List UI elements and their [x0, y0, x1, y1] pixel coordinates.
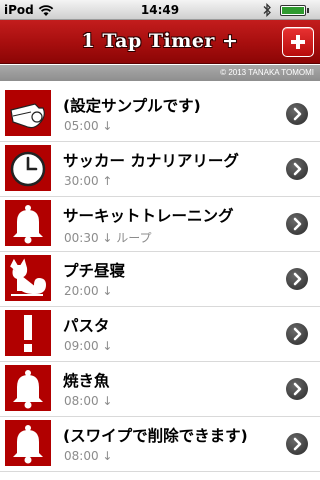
battery-tip [307, 8, 309, 13]
timer-subtitle: 20:00 ↓ [64, 284, 113, 298]
whistle-icon [5, 90, 51, 136]
status-bar: iPod 14:49 [0, 0, 320, 20]
timer-list: (設定サンプルです) 05:00 ↓ サッカー カナリアリーグ 30:00 ↑ [0, 87, 320, 472]
timer-subtitle: 08:00 ↓ [64, 449, 113, 463]
list-item[interactable]: パスタ 09:00 ↓ [0, 307, 320, 362]
chevron-right-icon[interactable] [286, 433, 308, 455]
list-item[interactable]: 焼き魚 08:00 ↓ [0, 362, 320, 417]
list-item[interactable]: (設定サンプルです) 05:00 ↓ [0, 87, 320, 142]
timer-subtitle: 30:00 ↑ [64, 174, 113, 188]
chevron-right-icon[interactable] [286, 378, 308, 400]
list-item[interactable]: サッカー カナリアリーグ 30:00 ↑ [0, 142, 320, 197]
bell-icon [5, 420, 51, 466]
chevron-right-icon[interactable] [286, 213, 308, 235]
timer-title: サーキットトレーニング [63, 207, 234, 225]
add-timer-button[interactable] [282, 27, 314, 57]
exclamation-icon [5, 310, 51, 356]
chevron-right-icon[interactable] [286, 323, 308, 345]
timer-title: (スワイプで削除できます) [63, 427, 248, 445]
status-time: 14:49 [140, 3, 180, 17]
chevron-right-icon[interactable] [286, 158, 308, 180]
chevron-right-icon[interactable] [286, 103, 308, 125]
copyright-text: © 2013 TANAKA TOMOMI [220, 68, 314, 77]
battery-icon [280, 5, 306, 16]
list-item[interactable]: (スワイプで削除できます) 08:00 ↓ [0, 417, 320, 472]
timer-title: サッカー カナリアリーグ [63, 152, 239, 170]
timer-title: パスタ [63, 317, 110, 335]
list-item[interactable]: サーキットトレーニング 00:30 ↓ ループ [0, 197, 320, 252]
navigation-bar: 1 Tap Timer + [0, 20, 320, 64]
chevron-right-icon[interactable] [286, 268, 308, 290]
list-item[interactable]: プチ昼寝 20:00 ↓ [0, 252, 320, 307]
timer-title: プチ昼寝 [63, 262, 126, 280]
timer-title: (設定サンプルです) [63, 97, 201, 115]
copyright-bar: © 2013 TANAKA TOMOMI [0, 65, 320, 81]
timer-subtitle: 09:00 ↓ [64, 339, 113, 353]
clock-icon [5, 145, 51, 191]
bell-icon [5, 365, 51, 411]
timer-subtitle: 00:30 ↓ ループ [64, 231, 152, 245]
bluetooth-icon [263, 3, 271, 17]
timer-title: 焼き魚 [63, 372, 110, 390]
timer-subtitle: 08:00 ↓ [64, 394, 113, 408]
cat-icon [5, 255, 51, 301]
timer-subtitle: 05:00 ↓ [64, 119, 113, 133]
bell-icon [5, 200, 51, 246]
app-title: 1 Tap Timer + [81, 30, 239, 52]
